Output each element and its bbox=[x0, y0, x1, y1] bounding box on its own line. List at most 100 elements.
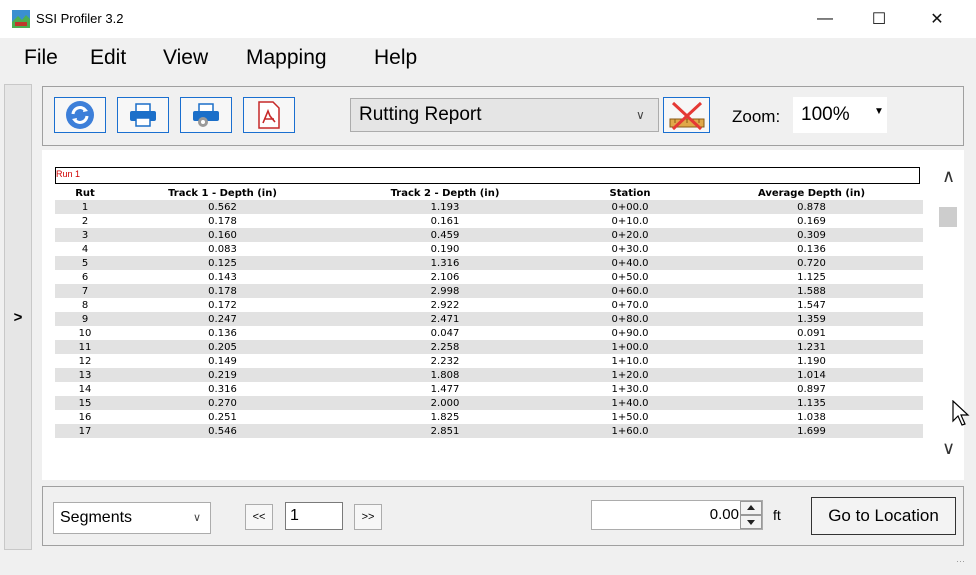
table-cell: 1.231 bbox=[700, 340, 923, 354]
table-cell: 1+30.0 bbox=[611, 383, 649, 395]
table-cell: 0.091 bbox=[797, 327, 826, 339]
table-cell: 0+30.0 bbox=[611, 243, 649, 255]
scroll-up-icon[interactable]: ∧ bbox=[942, 166, 955, 187]
table-cell: 0.205 bbox=[115, 340, 330, 354]
table-cell: 0.136 bbox=[797, 243, 826, 255]
table-cell: 2.998 bbox=[330, 284, 560, 298]
page-number-input[interactable]: 1 bbox=[285, 502, 343, 530]
table-row: 3 0.160 0.459 0+20.0 0.309 bbox=[55, 228, 923, 242]
column-header: Rut bbox=[75, 187, 95, 199]
table-cell: 0.172 bbox=[208, 299, 237, 311]
minimize-button[interactable]: — bbox=[802, 0, 848, 38]
table-cell: 1.547 bbox=[797, 299, 826, 311]
column-header: Station bbox=[609, 187, 651, 199]
table-cell: 0.247 bbox=[115, 312, 330, 326]
resize-grip-icon[interactable]: ⋯ bbox=[956, 556, 965, 567]
run-header-box bbox=[55, 167, 920, 184]
ruler-edit-icon bbox=[669, 101, 704, 131]
table-cell: 0.309 bbox=[700, 228, 923, 242]
table-cell: 1.190 bbox=[797, 355, 826, 367]
table-cell: 2.258 bbox=[330, 340, 560, 354]
table-cell: 0.178 bbox=[115, 284, 330, 298]
table-row: 10 0.136 0.047 0+90.0 0.091 bbox=[55, 326, 923, 340]
table-cell: 8 bbox=[81, 299, 89, 311]
refresh-icon bbox=[66, 101, 94, 129]
previous-page-button[interactable]: << bbox=[245, 504, 273, 530]
go-to-location-button[interactable]: Go to Location bbox=[811, 497, 956, 535]
rutting-table: Rut Track 1 - Depth (in) Track 2 - Depth… bbox=[55, 186, 923, 438]
table-cell: 2.851 bbox=[330, 424, 560, 438]
table-cell: 1.316 bbox=[330, 256, 560, 270]
table-row: 13 0.219 1.808 1+20.0 1.014 bbox=[55, 368, 923, 382]
table-cell: 1+10.0 bbox=[611, 355, 649, 367]
table-cell: 2.106 bbox=[430, 271, 460, 283]
print-settings-icon bbox=[193, 103, 219, 127]
menu-help[interactable]: Help bbox=[374, 46, 417, 70]
maximize-button[interactable]: ☐ bbox=[856, 0, 902, 38]
table-cell: 0.143 bbox=[208, 271, 237, 283]
chevron-down-icon: ∨ bbox=[636, 108, 645, 122]
location-spinner[interactable] bbox=[740, 501, 762, 529]
table-cell: 0+40.0 bbox=[560, 256, 700, 270]
table-cell: 0.878 bbox=[700, 200, 923, 214]
table-row: 6 0.143 2.106 0+50.0 1.125 bbox=[55, 270, 923, 284]
menu-edit[interactable]: Edit bbox=[90, 46, 126, 70]
table-row: 4 0.083 0.190 0+30.0 0.136 bbox=[55, 242, 923, 256]
table-row: 17 0.546 2.851 1+60.0 1.699 bbox=[55, 424, 923, 438]
mouse-cursor-icon bbox=[952, 399, 970, 433]
table-cell: 1+00.0 bbox=[560, 340, 700, 354]
table-cell: 2.471 bbox=[330, 312, 560, 326]
table-cell: 0+50.0 bbox=[611, 271, 649, 283]
table-cell: 0.251 bbox=[208, 411, 237, 423]
menu-mapping[interactable]: Mapping bbox=[246, 46, 327, 70]
chevron-down-icon: ∨ bbox=[193, 512, 202, 524]
table-cell: 1.135 bbox=[700, 396, 923, 410]
next-page-button[interactable]: >> bbox=[354, 504, 382, 530]
location-unit-label: ft bbox=[773, 507, 781, 523]
scroll-down-icon[interactable]: ∨ bbox=[942, 438, 955, 459]
table-cell: 1.038 bbox=[797, 411, 826, 423]
zoom-label: Zoom: bbox=[732, 107, 781, 126]
table-cell: 17 bbox=[55, 424, 115, 438]
table-cell: 7 bbox=[55, 284, 115, 298]
segments-select[interactable]: Segments bbox=[53, 502, 211, 534]
menu-file[interactable]: File bbox=[24, 46, 58, 70]
table-cell: 1 bbox=[55, 200, 115, 214]
table-cell: 1.588 bbox=[700, 284, 923, 298]
dropdown-arrow-icon: ▼ bbox=[874, 106, 884, 117]
table-cell: 13 bbox=[55, 368, 115, 382]
menu-view[interactable]: View bbox=[163, 46, 208, 70]
run-label: Run 1 bbox=[56, 169, 81, 179]
table-cell: 10 bbox=[78, 327, 92, 339]
table-cell: 0.178 bbox=[208, 215, 237, 227]
table-cell: 0.270 bbox=[115, 396, 330, 410]
table-cell: 0.190 bbox=[430, 243, 460, 255]
table-cell: 0.083 bbox=[208, 243, 237, 255]
window-title: SSI Profiler 3.2 bbox=[36, 11, 124, 26]
table-row: 7 0.178 2.998 0+60.0 1.588 bbox=[55, 284, 923, 298]
print-icon bbox=[130, 103, 156, 127]
report-type-select[interactable]: Rutting Report bbox=[350, 98, 659, 132]
column-header: Track 1 - Depth (in) bbox=[168, 187, 277, 199]
print-settings-button[interactable] bbox=[180, 97, 232, 133]
scroll-thumb[interactable] bbox=[939, 207, 957, 227]
table-cell: 0.125 bbox=[115, 256, 330, 270]
table-cell: 0+80.0 bbox=[560, 312, 700, 326]
table-cell: 4 bbox=[81, 243, 89, 255]
table-cell: 0.136 bbox=[208, 327, 237, 339]
table-cell: 5 bbox=[55, 256, 115, 270]
table-cell: 2 bbox=[81, 215, 89, 227]
table-cell: 0+70.0 bbox=[611, 299, 649, 311]
sidebar-expand-button[interactable]: > bbox=[4, 84, 32, 550]
table-row: 8 0.172 2.922 0+70.0 1.547 bbox=[55, 298, 923, 312]
report-edit-button[interactable] bbox=[663, 97, 710, 133]
export-pdf-button[interactable] bbox=[243, 97, 295, 133]
table-cell: 6 bbox=[81, 271, 89, 283]
table-cell: 0.720 bbox=[700, 256, 923, 270]
refresh-button[interactable] bbox=[54, 97, 106, 133]
close-button[interactable]: ✕ bbox=[914, 0, 960, 38]
report-page: Run 1 Rut Track 1 - Depth (in) Track 2 -… bbox=[52, 154, 934, 478]
table-cell: 1.193 bbox=[330, 200, 560, 214]
print-button[interactable] bbox=[117, 97, 169, 133]
table-cell: 0.149 bbox=[208, 355, 237, 367]
